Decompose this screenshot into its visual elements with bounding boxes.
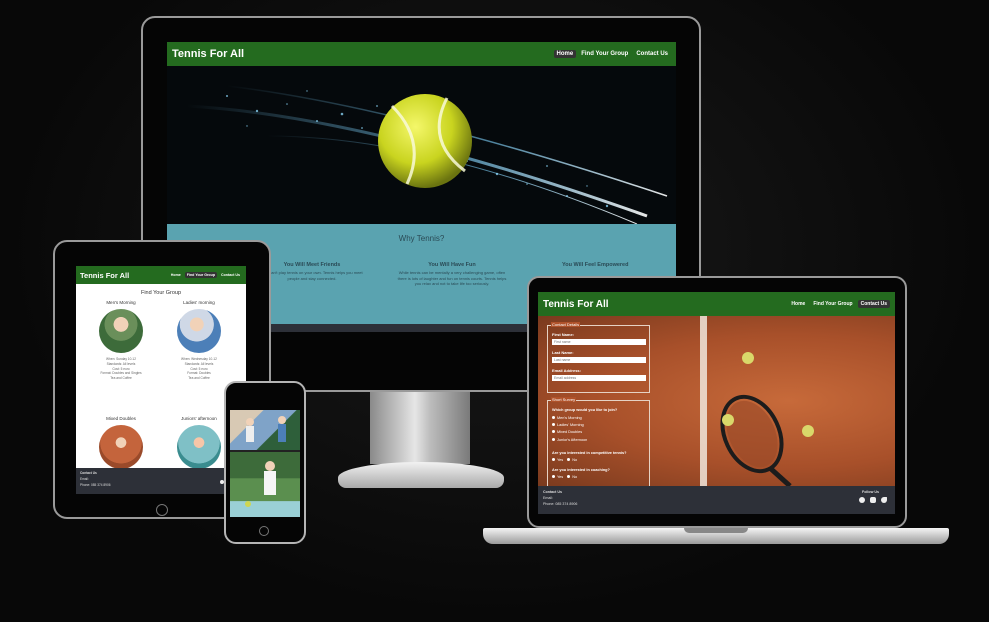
phone-photo-bottom: [230, 452, 300, 517]
first-name-input[interactable]: [552, 339, 646, 345]
monitor-stand-neck: [370, 392, 470, 464]
coaching-radios: Yes No: [552, 475, 577, 479]
feature-empowered-title: You Will Feel Empowered: [562, 262, 629, 268]
survey-legend: Short Survey: [551, 397, 577, 402]
feature-friends: You Will Meet Friends You can't play ten…: [257, 262, 367, 287]
group-card-ladies: Ladies' morning When: Wednesday 10-12 Sta…: [164, 300, 234, 381]
group-photo: [177, 425, 221, 469]
radio-option[interactable]: Mixed Doubles: [552, 429, 587, 436]
radio-button[interactable]: [567, 475, 571, 478]
radio-button[interactable]: [552, 458, 555, 461]
footer-email[interactable]: Email:: [80, 477, 242, 481]
competitive-radios: Yes No: [552, 458, 577, 462]
nav-find-group[interactable]: Find Your Group: [184, 272, 218, 278]
radio-no-label[interactable]: No: [572, 458, 577, 462]
group-name: Men's Morning: [106, 300, 136, 305]
group-photo: [99, 425, 143, 469]
nav-contact[interactable]: Contact Us: [219, 272, 242, 278]
footer-contact-title: Contact Us: [80, 471, 97, 475]
tablet-screen: Tennis For All Home Find Your Group Cont…: [76, 266, 246, 494]
nav-links: Home Find Your Group Contact Us: [550, 50, 671, 58]
group-name: Ladies' morning: [183, 300, 215, 305]
nav-contact[interactable]: Contact Us: [633, 50, 671, 58]
email-input[interactable]: [552, 375, 646, 381]
players-graphic: [246, 416, 286, 442]
instagram-icon[interactable]: [870, 497, 876, 503]
footer-phone: Phone: 085 374 8906: [543, 502, 578, 506]
footer-phone: Phone: 085 374 8906: [80, 483, 111, 487]
tablet-home-button[interactable]: [156, 504, 168, 516]
survey-question-group: Which group would you like to join?: [552, 408, 618, 412]
radio-button[interactable]: [552, 416, 555, 419]
contact-legend: Contact Details: [551, 322, 581, 327]
player-graphic: [245, 461, 276, 507]
phone-screen: [230, 410, 300, 517]
group-name: Mixed Doubles: [106, 416, 136, 421]
group-details: When: Wednesday 10-12 Standards: All leve…: [181, 357, 217, 381]
feature-row: You Will Meet Friends You can't play ten…: [257, 262, 507, 287]
twitter-icon[interactable]: [881, 497, 887, 503]
radio-option[interactable]: Junior's Afternoon: [552, 437, 587, 444]
nav-contact[interactable]: Contact Us: [857, 300, 890, 308]
laptop-navbar: Tennis For All Home Find Your Group Cont…: [538, 292, 895, 316]
radio-button[interactable]: [552, 423, 555, 427]
feature-title: You Will Have Fun: [428, 262, 476, 268]
laptop-footer: Contact Us Email: Phone: 085 374 8906 Fo…: [538, 486, 895, 514]
group-photo: [99, 309, 143, 353]
monitor-navbar: Tennis For All Home Find Your Group Cont…: [167, 42, 676, 66]
tablet-footer: Contact Us Email: Phone: 085 374 8906 Fo…: [76, 468, 246, 494]
radio-option[interactable]: Ladies' Morning: [552, 422, 587, 429]
find-group-title: Find Your Group: [140, 290, 182, 296]
group-radio-list: Men's Morning Ladies' Morning Mixed Doub…: [552, 415, 587, 444]
radio-no-label[interactable]: No: [572, 475, 577, 479]
radio-button[interactable]: [552, 475, 555, 478]
radio-yes-label[interactable]: Yes: [557, 458, 563, 462]
last-name-input[interactable]: [552, 357, 646, 363]
feature-text: You can't play tennis on your own. Tenni…: [261, 270, 363, 281]
group-details: When: Sunday 10-12 Standards: All levels C…: [100, 357, 142, 381]
tablet-navbar: Tennis For All Home Find Your Group Cont…: [76, 266, 246, 284]
survey-question-competitive: Are you interested in competitive tennis…: [552, 451, 627, 455]
monitor-stand-base: [338, 462, 504, 488]
footer-follow-title: Follow Us: [862, 490, 879, 494]
nav-links: Home Find Your Group Contact Us: [169, 272, 242, 278]
tennis-ball-hero-graphic: [186, 85, 668, 224]
group-card-mixed: Mixed Doubles: [86, 416, 156, 469]
group-photo: [177, 309, 221, 353]
nav-links: Home Find Your Group Contact Us: [788, 300, 890, 308]
last-name-label: Last Name:: [552, 350, 574, 355]
nav-home[interactable]: Home: [553, 50, 577, 58]
radio-yes-label[interactable]: Yes: [557, 475, 563, 479]
group-card-mens: Men's Morning When: Sunday 10-12 Standard…: [86, 300, 156, 381]
nav-home[interactable]: Home: [788, 300, 808, 308]
survey-question-coaching: Are you interested in coaching?: [552, 468, 610, 472]
facebook-icon[interactable]: [859, 497, 865, 503]
hero-image: [167, 66, 676, 224]
phone-photo-top: [230, 410, 300, 450]
site-brand[interactable]: Tennis For All: [80, 271, 129, 280]
laptop-screen: Tennis For All Home Find Your Group Cont…: [538, 292, 895, 514]
nav-find-group[interactable]: Find Your Group: [810, 300, 855, 308]
nav-find-group[interactable]: Find Your Group: [578, 50, 631, 58]
first-name-label: First Name:: [552, 332, 575, 337]
feature-text: While tennis can be mentally a very chal…: [397, 270, 507, 287]
contact-fieldset: Contact Details First Name: Last Name: E…: [547, 322, 650, 393]
radio-button[interactable]: [552, 430, 555, 434]
radio-button[interactable]: [552, 437, 555, 441]
site-brand[interactable]: Tennis For All: [172, 48, 244, 60]
laptop-trackpad-notch: [684, 528, 748, 533]
nav-home[interactable]: Home: [169, 272, 183, 278]
feature-fun: You Will Have Fun While tennis can be me…: [397, 262, 507, 287]
footer-email[interactable]: Email:: [543, 496, 890, 500]
radio-button[interactable]: [567, 458, 571, 461]
social-links: [854, 497, 887, 503]
phone-home-button[interactable]: [259, 526, 269, 536]
feature-title: You Will Meet Friends: [283, 262, 341, 268]
device-mockup-stage: Tennis For All Home Find Your Group Cont…: [0, 0, 989, 622]
footer-contact-title: Contact Us: [543, 490, 562, 494]
site-brand[interactable]: Tennis For All: [543, 299, 609, 310]
radio-option[interactable]: Men's Morning: [552, 415, 587, 422]
email-label: Email Address:: [552, 368, 581, 373]
survey-fieldset: Short Survey Which group would you like …: [547, 397, 650, 486]
